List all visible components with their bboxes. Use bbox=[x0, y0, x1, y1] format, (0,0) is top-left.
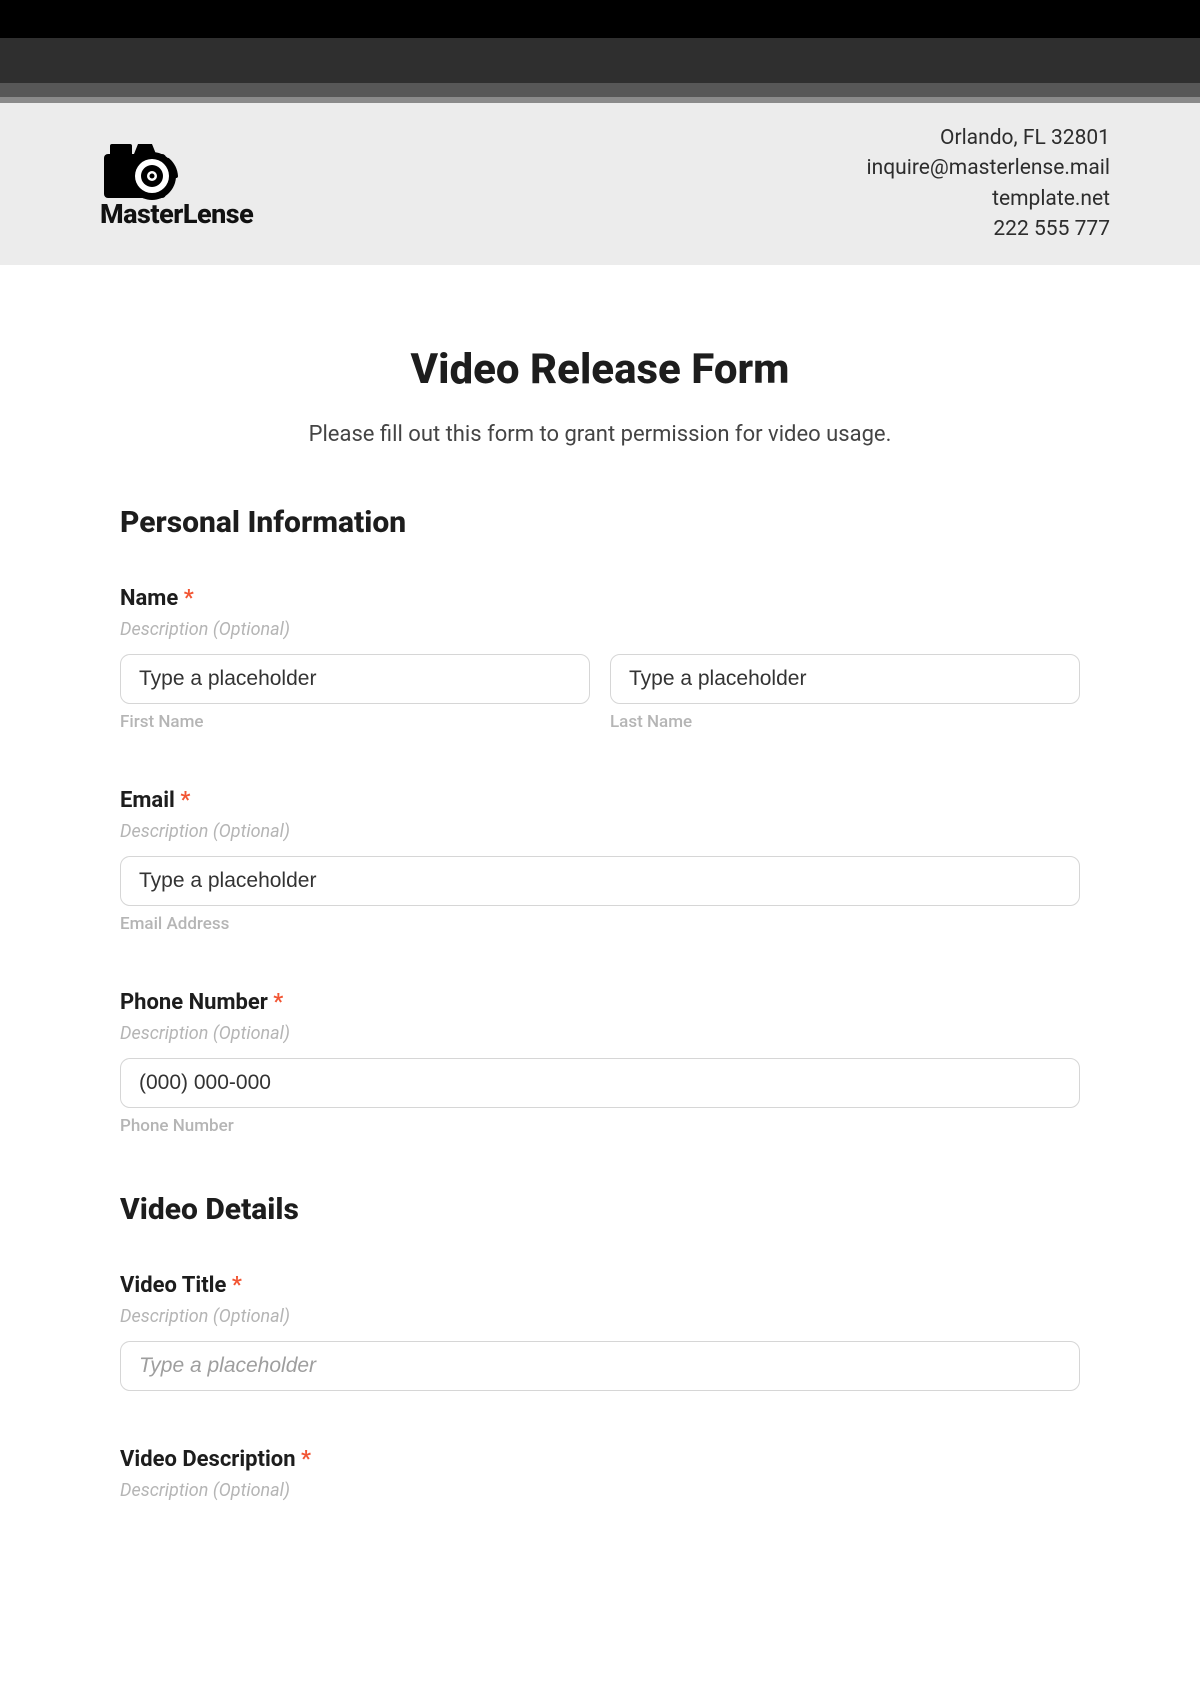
contact-address: Orlando, FL 32801 bbox=[867, 123, 1110, 153]
phone-label: Phone Number bbox=[120, 990, 268, 1015]
contact-info: Orlando, FL 32801 inquire@masterlense.ma… bbox=[867, 123, 1110, 245]
video-title-description: Description (Optional) bbox=[120, 1306, 1080, 1327]
section-video-heading: Video Details bbox=[120, 1192, 1080, 1227]
logo: MasterLense bbox=[100, 138, 253, 230]
contact-email: inquire@masterlense.mail bbox=[867, 153, 1110, 183]
last-name-input[interactable] bbox=[610, 654, 1080, 704]
phone-description: Description (Optional) bbox=[120, 1023, 1080, 1044]
top-bar-grey-1 bbox=[0, 38, 1200, 83]
video-title-label-row: Video Title * bbox=[120, 1273, 1080, 1298]
phone-input[interactable] bbox=[120, 1058, 1080, 1108]
field-video-title: Video Title * Description (Optional) bbox=[120, 1273, 1080, 1391]
section-personal-heading: Personal Information bbox=[120, 505, 1080, 540]
phone-sublabel: Phone Number bbox=[120, 1116, 1080, 1136]
form-title: Video Release Form bbox=[120, 345, 1080, 394]
required-mark: * bbox=[184, 586, 194, 611]
brand-name: MasterLense bbox=[100, 198, 253, 230]
email-label-row: Email * bbox=[120, 788, 1080, 813]
top-bar-dark bbox=[0, 0, 1200, 38]
field-phone: Phone Number * Description (Optional) Ph… bbox=[120, 990, 1080, 1136]
video-desc-label: Video Description bbox=[120, 1447, 296, 1472]
camera-icon bbox=[100, 138, 210, 200]
last-name-sublabel: Last Name bbox=[610, 712, 1080, 732]
required-mark: * bbox=[180, 788, 190, 813]
contact-phone: 222 555 777 bbox=[867, 214, 1110, 244]
phone-label-row: Phone Number * bbox=[120, 990, 1080, 1015]
form-subtitle: Please fill out this form to grant permi… bbox=[120, 422, 1080, 447]
name-description: Description (Optional) bbox=[120, 619, 1080, 640]
header: MasterLense Orlando, FL 32801 inquire@ma… bbox=[0, 103, 1200, 265]
top-bar-grey-2 bbox=[0, 83, 1200, 97]
field-email: Email * Description (Optional) Email Add… bbox=[120, 788, 1080, 934]
first-name-input[interactable] bbox=[120, 654, 590, 704]
video-title-label: Video Title bbox=[120, 1273, 226, 1298]
field-video-description: Video Description * Description (Optiona… bbox=[120, 1447, 1080, 1501]
email-description: Description (Optional) bbox=[120, 821, 1080, 842]
video-desc-description: Description (Optional) bbox=[120, 1480, 1080, 1501]
contact-site: template.net bbox=[867, 184, 1110, 214]
first-name-sublabel: First Name bbox=[120, 712, 590, 732]
name-label: Name bbox=[120, 586, 178, 611]
form-page: Video Release Form Please fill out this … bbox=[0, 265, 1200, 1501]
email-label: Email bbox=[120, 788, 175, 813]
field-name: Name * Description (Optional) First Name… bbox=[120, 586, 1080, 732]
required-mark: * bbox=[232, 1273, 242, 1298]
email-input[interactable] bbox=[120, 856, 1080, 906]
required-mark: * bbox=[273, 990, 283, 1015]
required-mark: * bbox=[301, 1447, 311, 1472]
name-label-row: Name * bbox=[120, 586, 1080, 611]
video-desc-label-row: Video Description * bbox=[120, 1447, 1080, 1472]
video-title-input[interactable] bbox=[120, 1341, 1080, 1391]
email-sublabel: Email Address bbox=[120, 914, 1080, 934]
